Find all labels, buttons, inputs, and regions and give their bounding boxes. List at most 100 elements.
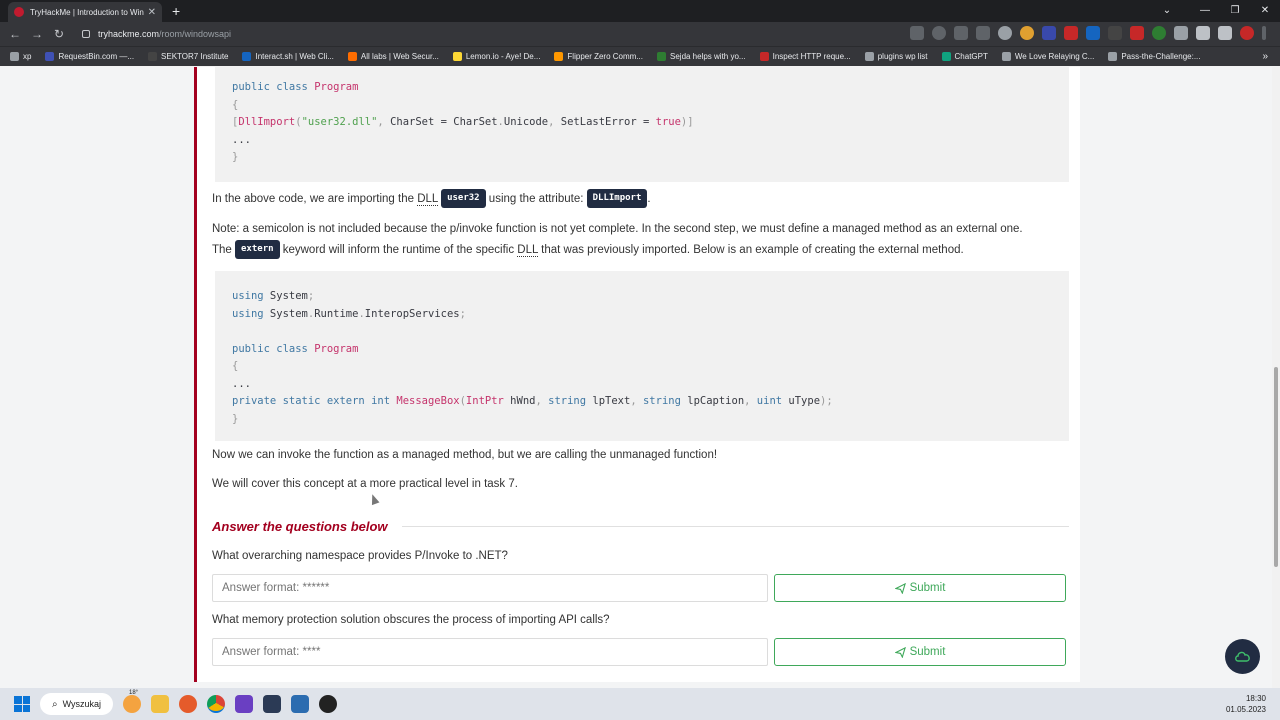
code-line: using System.Runtime.InteropServices; [232,307,466,320]
windows-start-icon[interactable] [14,696,30,712]
submit-answer-1-button[interactable]: Submit [774,574,1066,602]
taskbar-search[interactable]: ⌕ Wyszukaj [40,693,113,715]
window-controls: ⌄ — ❐ ✕ [1152,0,1280,22]
bookmarks-overflow-icon[interactable]: » [1262,51,1268,62]
bookmark-favicon-icon [45,52,55,61]
submit-answer-2-button[interactable]: Submit [774,638,1066,666]
bookmark-item[interactable]: Sejda helps with yo... [657,52,746,61]
extension-2-icon[interactable] [1130,26,1144,40]
answer-1-input[interactable] [212,574,768,602]
zoom-icon[interactable] [932,26,946,40]
code-line: } [232,412,239,425]
question-2-text: What memory protection solution obscures… [212,614,610,626]
inline-code-dllimport: DLLImport [586,189,648,209]
inline-code-user32: user32 [441,189,486,209]
windows-taskbar: ⌕ Wyszukaj 18° 18:30 01.05.2023 [0,688,1280,720]
extension-13-icon[interactable] [1108,26,1122,40]
bookmark-favicon-icon [759,52,769,61]
code-line: [DllImport("user32.dll", CharSet = CharS… [232,116,694,128]
bookmark-item[interactable]: xp [10,52,31,61]
bookmark-item[interactable]: We Love Relaying C... [1001,52,1094,61]
reading-list-icon[interactable] [1174,26,1188,40]
code-line: { [232,98,239,111]
menu-kebab-icon[interactable] [1262,26,1266,40]
cloud-chat-icon [1234,651,1250,662]
tab-search-icon[interactable]: ⌄ [1152,0,1182,22]
lock-icon [82,30,90,38]
code-line: private static extern int MessageBox(Int… [232,395,833,407]
cookie-extension-icon[interactable] [1020,26,1034,40]
translate-icon[interactable] [910,26,924,40]
bookmark-favicon-icon [242,52,252,61]
obs-record-icon[interactable] [319,695,337,713]
maximize-icon[interactable]: ❐ [1220,0,1250,22]
vmware-icon[interactable] [291,695,309,713]
bookmark-favicon-icon [347,52,357,61]
bookmark-item[interactable]: SEKTOR7 Institute [148,52,228,61]
side-panel-icon[interactable] [1218,26,1232,40]
virtualbox-icon[interactable] [263,695,281,713]
search-icon: ⌕ [52,698,58,710]
app-purple-icon[interactable] [235,695,253,713]
help-chat-button[interactable] [1225,639,1260,674]
tab-strip: TryHackMe | Introduction to Win ✕ + ⌄ — … [0,0,1280,22]
bookmarks-bar: xp RequestBin.com —... SEKTOR7 Institute… [0,46,1280,66]
paper-plane-icon [894,582,906,594]
page-viewport: public class Program { [DllImport("user3… [0,67,1272,688]
pdf-extension-icon[interactable] [1064,26,1078,40]
bookmark-item[interactable]: Flipper Zero Comm... [554,52,643,61]
system-clock[interactable]: 18:30 01.05.2023 [1226,693,1266,715]
bookmark-item[interactable]: RequestBin.com —... [45,52,134,61]
back-icon[interactable]: ← [4,27,26,41]
reload-icon[interactable]: ↻ [48,27,70,41]
chrome-icon[interactable] [207,695,225,713]
file-explorer-icon[interactable] [151,695,169,713]
grammarly-icon[interactable] [1152,26,1166,40]
bookmark-favicon-icon [864,52,874,61]
code-line: } [232,151,239,163]
forward-icon[interactable]: → [26,27,48,41]
close-window-icon[interactable]: ✕ [1250,0,1280,22]
heading-divider [401,526,1069,527]
bookmark-item[interactable]: Lemon.io - Aye! De... [452,52,540,61]
profile-avatar[interactable] [1240,26,1254,40]
code-line: { [232,360,239,372]
taskbar-apps: 18° [123,690,337,713]
code-line: ... [232,133,251,146]
page-scrollbar[interactable] [1272,67,1280,688]
extension-blue-icon[interactable] [1086,26,1100,40]
share-icon[interactable] [954,26,968,40]
new-tab-icon[interactable]: + [172,3,180,19]
weather-icon[interactable]: 18° [123,690,141,713]
answer-section-heading: Answer the questions below [212,519,1069,534]
bookmark-item[interactable]: All labs | Web Secur... [347,52,439,61]
browser-tab[interactable]: TryHackMe | Introduction to Win ✕ [8,2,162,22]
answer-2-input[interactable] [212,638,768,666]
code-line: public class Program [232,342,359,355]
settings-gear-icon[interactable] [998,26,1012,40]
scrollbar-thumb[interactable] [1274,367,1278,567]
close-tab-icon[interactable]: ✕ [148,7,156,18]
bookmark-item[interactable]: plugins wp list [864,52,928,61]
paragraph-dllimport: In the above code, we are importing the … [212,189,1072,210]
extensions-puzzle-icon[interactable] [1196,26,1210,40]
tryhackme-favicon-icon [14,7,24,17]
bookmark-item[interactable]: Inspect HTTP reque... [759,52,851,61]
code-line: using System; [232,290,315,302]
bookmark-item[interactable]: Interact.sh | Web Cli... [242,52,334,61]
minimize-icon[interactable]: — [1190,0,1220,22]
bookmark-favicon-icon [1001,52,1011,61]
firefox-icon[interactable] [179,695,197,713]
bookmark-favicon-icon [1108,52,1118,61]
bookmark-item[interactable]: Pass-the-Challenge:... [1108,52,1200,61]
bookmark-favicon-icon [554,52,564,61]
code-block-extern: using System; using System.Runtime.Inter… [215,271,1069,441]
bookmark-star-icon[interactable] [976,26,990,40]
extension-38-icon[interactable] [1042,26,1056,40]
address-bar[interactable]: tryhackme.com/room/windowsapi [76,25,906,43]
bookmark-favicon-icon [452,52,462,61]
bookmark-item[interactable]: ChatGPT [941,52,988,61]
bookmark-favicon-icon [941,52,951,61]
code-line: public class Program [232,81,359,93]
tab-title: TryHackMe | Introduction to Win [30,7,144,17]
